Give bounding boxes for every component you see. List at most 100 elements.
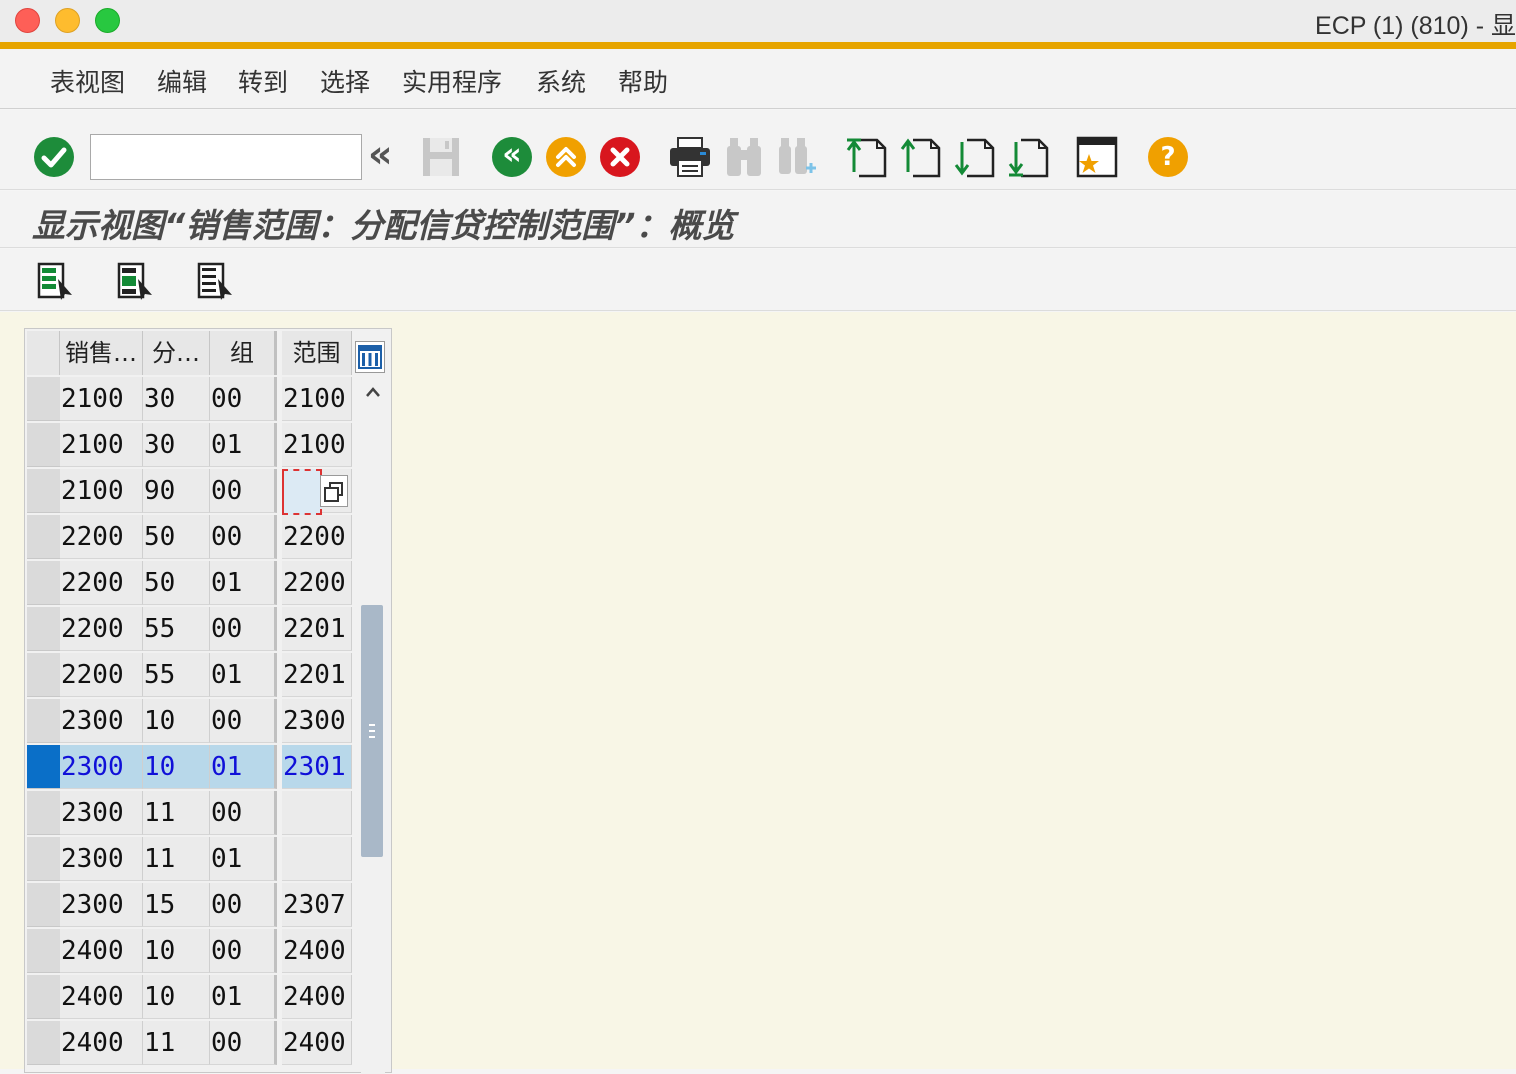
next-page-button[interactable] xyxy=(953,136,995,182)
row-selector[interactable] xyxy=(27,975,60,1019)
cell-sales-org[interactable]: 2400 xyxy=(60,929,143,973)
maximize-window-button[interactable] xyxy=(95,8,120,33)
menu-selection[interactable]: 选择 xyxy=(320,63,370,99)
menu-table-view[interactable]: 表视图 xyxy=(50,63,125,99)
cell-area[interactable] xyxy=(282,837,352,881)
cell-sales-org[interactable]: 2300 xyxy=(60,837,143,881)
cell-area[interactable]: 2201 xyxy=(282,653,352,697)
save-button[interactable] xyxy=(420,136,462,182)
help-button[interactable]: ? xyxy=(1148,137,1188,177)
scroll-thumb[interactable] xyxy=(361,605,383,857)
cell-group[interactable]: 00 xyxy=(210,607,277,651)
cell-area[interactable]: 2300 xyxy=(282,699,352,743)
cell-sales-org[interactable]: 2200 xyxy=(60,653,143,697)
cell-division[interactable]: 30 xyxy=(143,423,210,467)
cell-area[interactable]: 2100 xyxy=(282,377,352,421)
print-button[interactable] xyxy=(668,136,712,182)
cell-group[interactable]: 01 xyxy=(210,423,277,467)
cell-area[interactable]: 2400 xyxy=(282,975,352,1019)
cell-group[interactable]: 00 xyxy=(210,515,277,559)
cell-group[interactable]: 00 xyxy=(210,929,277,973)
row-selector[interactable] xyxy=(27,607,60,651)
cancel-button[interactable] xyxy=(600,137,640,177)
find-button[interactable] xyxy=(724,136,764,182)
enter-button[interactable] xyxy=(34,137,74,177)
cell-division[interactable]: 10 xyxy=(143,929,210,973)
menu-system[interactable]: 系统 xyxy=(536,63,586,99)
row-selector[interactable] xyxy=(27,423,60,467)
cell-division[interactable]: 90 xyxy=(143,469,210,513)
row-selector[interactable] xyxy=(27,561,60,605)
cell-division[interactable]: 10 xyxy=(143,975,210,1019)
select-all-button[interactable] xyxy=(36,261,76,305)
cell-sales-org[interactable]: 2300 xyxy=(60,883,143,927)
cell-area[interactable]: 2201 xyxy=(282,607,352,651)
row-selector[interactable] xyxy=(27,745,60,789)
row-selector[interactable] xyxy=(27,1021,60,1065)
cell-sales-org[interactable]: 2300 xyxy=(60,791,143,835)
cell-sales-org[interactable]: 2200 xyxy=(60,607,143,651)
cell-group[interactable]: 01 xyxy=(210,653,277,697)
find-next-button[interactable] xyxy=(776,136,818,186)
cell-division[interactable]: 50 xyxy=(143,561,210,605)
cell-division[interactable]: 50 xyxy=(143,515,210,559)
row-selector[interactable] xyxy=(27,377,60,421)
vertical-scrollbar[interactable] xyxy=(361,377,385,1074)
minimize-window-button[interactable] xyxy=(55,8,80,33)
back-button[interactable]: « xyxy=(492,137,532,177)
column-header-group[interactable]: 组 xyxy=(210,331,277,375)
focused-input-cell[interactable] xyxy=(282,469,322,515)
column-header-area[interactable]: 范围 xyxy=(282,331,352,375)
cell-group[interactable]: 01 xyxy=(210,561,277,605)
row-selector[interactable] xyxy=(27,883,60,927)
cell-division[interactable]: 30 xyxy=(143,377,210,421)
row-selector[interactable] xyxy=(27,929,60,973)
cell-area[interactable]: 2307 xyxy=(282,883,352,927)
row-selector[interactable] xyxy=(27,469,60,513)
cell-group[interactable]: 00 xyxy=(210,1021,277,1065)
cell-group[interactable]: 00 xyxy=(210,699,277,743)
menu-goto[interactable]: 转到 xyxy=(238,63,288,99)
column-header-sales-area[interactable]: 销售… xyxy=(60,331,143,375)
row-selector[interactable] xyxy=(27,791,60,835)
cell-group[interactable]: 00 xyxy=(210,791,277,835)
value-help-button[interactable] xyxy=(320,475,348,507)
cell-division[interactable]: 11 xyxy=(143,791,210,835)
cell-area[interactable]: 2200 xyxy=(282,561,352,605)
previous-page-button[interactable] xyxy=(899,136,941,182)
cell-sales-org[interactable]: 2200 xyxy=(60,561,143,605)
cell-group[interactable]: 01 xyxy=(210,837,277,881)
cell-area[interactable]: 2400 xyxy=(282,1021,352,1065)
cell-area[interactable] xyxy=(282,791,352,835)
cell-division[interactable]: 55 xyxy=(143,653,210,697)
cell-group[interactable]: 01 xyxy=(210,745,277,789)
menu-edit[interactable]: 编辑 xyxy=(157,63,207,99)
cell-sales-org[interactable]: 2100 xyxy=(60,423,143,467)
row-selector[interactable] xyxy=(27,837,60,881)
cell-group[interactable]: 00 xyxy=(210,377,277,421)
cell-division[interactable]: 11 xyxy=(143,837,210,881)
cell-group[interactable]: 01 xyxy=(210,975,277,1019)
select-block-button[interactable] xyxy=(116,261,156,305)
last-page-button[interactable] xyxy=(1007,136,1049,182)
cell-area[interactable]: 2200 xyxy=(282,515,352,559)
cell-division[interactable]: 10 xyxy=(143,745,210,789)
first-page-button[interactable] xyxy=(845,136,887,182)
cell-division[interactable]: 15 xyxy=(143,883,210,927)
deselect-all-button[interactable] xyxy=(196,261,236,305)
cell-division[interactable]: 10 xyxy=(143,699,210,743)
cell-group[interactable]: 00 xyxy=(210,883,277,927)
close-window-button[interactable] xyxy=(15,8,40,33)
row-selector[interactable] xyxy=(27,515,60,559)
cell-area[interactable]: 2100 xyxy=(282,423,352,467)
cell-area[interactable]: 2301 xyxy=(282,745,352,789)
column-header-division[interactable]: 分… xyxy=(143,331,210,375)
cell-division[interactable]: 11 xyxy=(143,1021,210,1065)
cell-division[interactable]: 55 xyxy=(143,607,210,651)
cell-sales-org[interactable]: 2200 xyxy=(60,515,143,559)
cell-sales-org[interactable]: 2100 xyxy=(60,469,143,513)
cell-sales-org[interactable]: 2300 xyxy=(60,699,143,743)
command-field[interactable] xyxy=(90,134,362,180)
table-settings-button[interactable] xyxy=(355,341,385,373)
cell-sales-org[interactable]: 2100 xyxy=(60,377,143,421)
